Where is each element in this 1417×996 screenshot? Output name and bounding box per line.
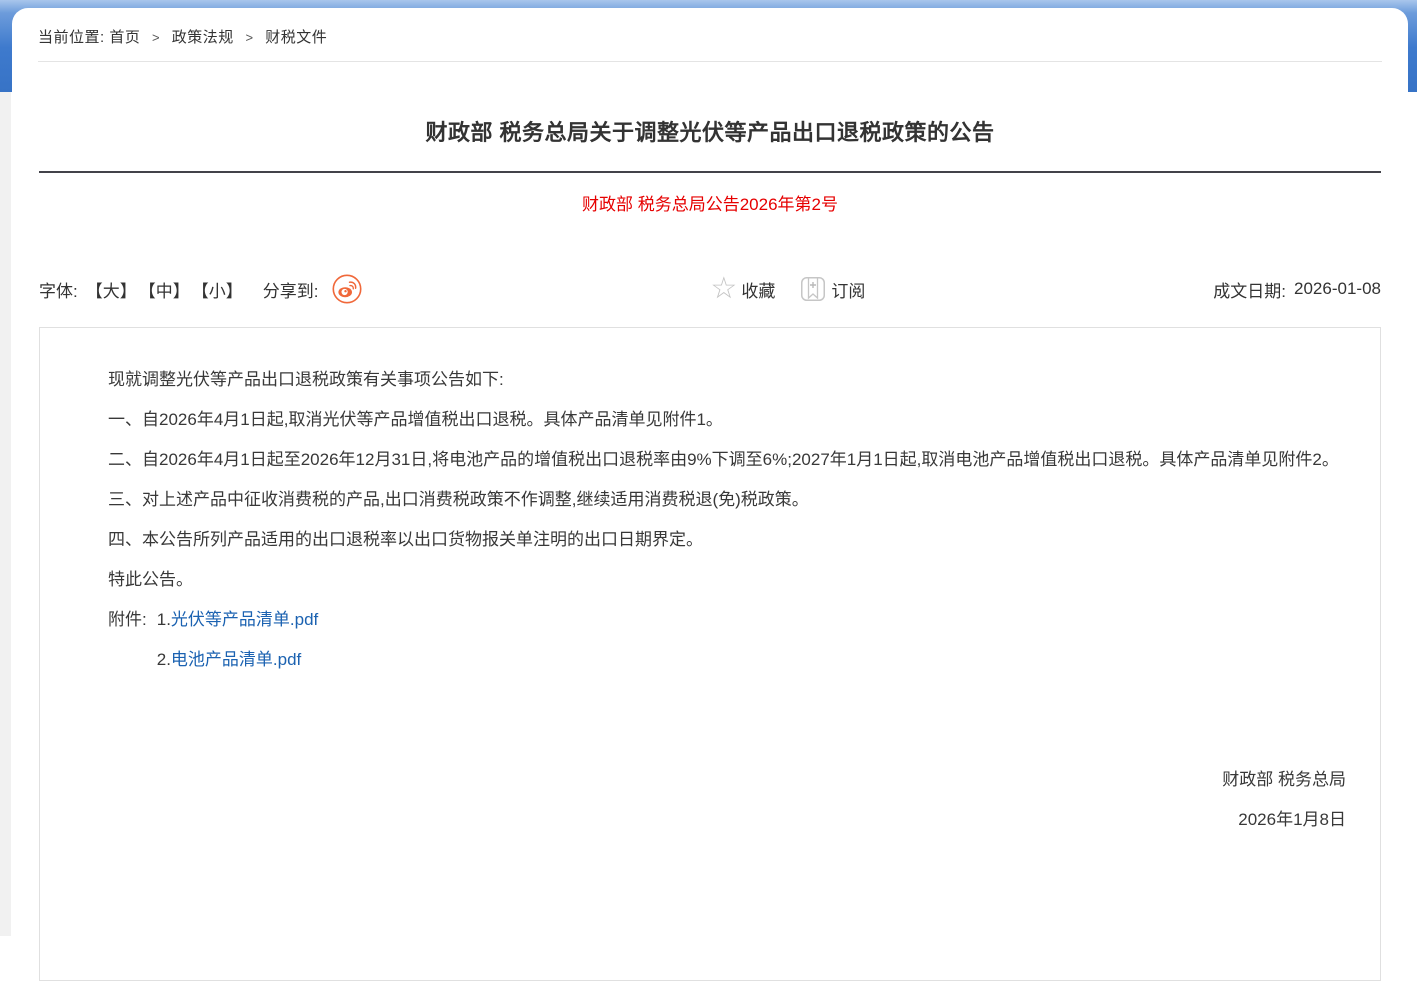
font-size-label: 字体: [39, 277, 78, 302]
font-size-large-button[interactable]: 【大】 [86, 277, 137, 302]
breadcrumb: 当前位置: 首页 > 政策法规 > 财税文件 [12, 8, 1408, 47]
issue-date-value: 2026-01-08 [1294, 279, 1381, 299]
issue-date-label: 成文日期: [1213, 277, 1286, 302]
breadcrumb-separator: > [152, 30, 160, 45]
breadcrumb-label: 当前位置: [38, 29, 105, 46]
signature-block: 财政部 税务总局 2026年1月8日 [74, 760, 1346, 840]
subscribe-bookmark-icon [801, 277, 825, 301]
font-size-medium-button[interactable]: 【中】 [139, 277, 190, 302]
subscribe-button[interactable]: 订阅 [801, 277, 865, 302]
attachment-number: 2. [157, 650, 171, 669]
breadcrumb-tax-docs-link[interactable]: 财税文件 [265, 29, 327, 46]
article-toolbar: 字体: 【大】 【中】 【小】 分享到: ☆ 收藏 [39, 274, 1381, 304]
share-label: 分享到: [263, 277, 319, 302]
attachments-label: 附件: [108, 610, 147, 629]
signature-agency: 财政部 税务总局 [74, 760, 1346, 800]
issue-date: 成文日期: 2026-01-08 [1213, 277, 1381, 302]
title-divider [39, 171, 1381, 173]
paragraph: 特此公告。 [74, 560, 1346, 600]
star-icon: ☆ [710, 275, 737, 303]
signature-date: 2026年1月8日 [74, 800, 1346, 840]
paragraph: 现就调整光伏等产品出口退税政策有关事项公告如下: [74, 360, 1346, 400]
breadcrumb-separator: > [245, 30, 253, 45]
favorite-button[interactable]: ☆ 收藏 [710, 275, 775, 303]
paragraph: 一、自2026年4月1日起,取消光伏等产品增值税出口退税。具体产品清单见附件1。 [74, 400, 1346, 440]
paragraph: 三、对上述产品中征收消费税的产品,出口消费税政策不作调整,继续适用消费税退(免)… [74, 480, 1346, 520]
content-panel: 当前位置: 首页 > 政策法规 > 财税文件 财政部 税务总局关于调整光伏等产品… [12, 8, 1408, 996]
document-number: 财政部 税务总局公告2026年第2号 [12, 193, 1408, 217]
attachment-link-pv-product-list[interactable]: 光伏等产品清单.pdf [171, 610, 318, 629]
font-size-small-button[interactable]: 【小】 [192, 277, 243, 302]
attachment-number: 1. [157, 610, 171, 629]
breadcrumb-policy-link[interactable]: 政策法规 [172, 29, 234, 46]
paragraph: 二、自2026年4月1日起至2026年12月31日,将电池产品的增值税出口退税率… [74, 440, 1346, 480]
page-title: 财政部 税务总局关于调整光伏等产品出口退税政策的公告 [39, 118, 1381, 148]
favorite-label: 收藏 [741, 277, 775, 302]
attachment-row: 附件: 1.光伏等产品清单.pdf [74, 600, 1346, 640]
breadcrumb-home-link[interactable]: 首页 [109, 29, 140, 46]
page-left-gutter [0, 0, 11, 936]
attachment-link-battery-product-list[interactable]: 电池产品清单.pdf [171, 650, 301, 669]
favorite-subscribe-controls: ☆ 收藏 订阅 [710, 275, 865, 303]
font-share-controls: 字体: 【大】 【中】 【小】 分享到: [39, 274, 362, 304]
paragraph: 四、本公告所列产品适用的出口退税率以出口货物报关单注明的出口日期界定。 [74, 520, 1346, 560]
breadcrumb-divider [38, 61, 1382, 62]
subscribe-label: 订阅 [831, 277, 865, 302]
weibo-share-icon[interactable] [332, 274, 362, 304]
article-body: 现就调整光伏等产品出口退税政策有关事项公告如下: 一、自2026年4月1日起,取… [39, 327, 1381, 981]
attachment-row: 附件:2.电池产品清单.pdf [74, 640, 1346, 680]
